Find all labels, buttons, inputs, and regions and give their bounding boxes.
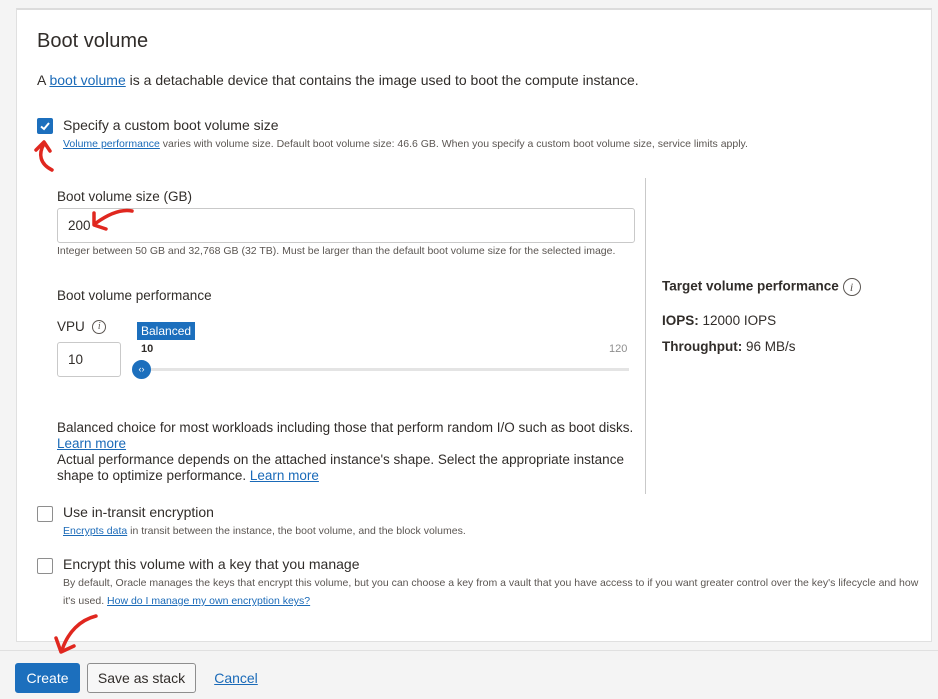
in-transit-help: Encrypts data in transit between the ins… bbox=[63, 525, 466, 537]
slider-max-label: 120 bbox=[609, 343, 628, 355]
custom-size-checkbox[interactable] bbox=[37, 118, 53, 134]
size-field-label: Boot volume size (GB) bbox=[57, 189, 193, 204]
performance-desc-1: Balanced choice for most workloads inclu… bbox=[57, 420, 634, 451]
custom-size-help: Volume performance varies with volume si… bbox=[63, 138, 748, 150]
in-transit-encryption-label: Use in-transit encryption bbox=[63, 504, 214, 520]
slider-tooltip: Balanced bbox=[137, 322, 196, 340]
performance-heading: Boot volume performance bbox=[57, 288, 212, 303]
volume-performance-link[interactable]: Volume performance bbox=[63, 138, 160, 150]
info-icon[interactable]: i bbox=[92, 320, 107, 335]
vpu-slider-handle[interactable]: ‹› bbox=[132, 360, 151, 379]
in-transit-encryption-checkbox[interactable] bbox=[37, 506, 53, 522]
section-description: A boot volume is a detachable device tha… bbox=[37, 72, 639, 88]
vpu-label: VPU bbox=[57, 319, 85, 334]
boot-volume-size-input[interactable]: 200 bbox=[57, 208, 635, 243]
slider-min-label: 10 bbox=[141, 343, 154, 355]
target-performance-heading: Target volume performance i bbox=[662, 278, 861, 296]
vertical-divider bbox=[645, 178, 646, 494]
checkmark-icon bbox=[40, 122, 50, 131]
custom-size-label: Specify a custom boot volume size bbox=[63, 117, 279, 133]
iops-row: IOPS: 12000 IOPS bbox=[662, 313, 777, 328]
size-field-help: Integer between 50 GB and 32,768 GB (32 … bbox=[57, 245, 616, 257]
vpu-input[interactable]: 10 bbox=[57, 342, 121, 377]
learn-more-link-1[interactable]: Learn more bbox=[57, 436, 126, 451]
info-icon[interactable]: i bbox=[842, 278, 861, 296]
own-key-help: By default, Oracle manages the keys that… bbox=[63, 577, 919, 607]
cancel-link[interactable]: Cancel bbox=[212, 663, 260, 693]
vpu-label-row: VPU i bbox=[57, 319, 107, 335]
section-title: Boot volume bbox=[37, 30, 149, 52]
vpu-slider-track[interactable] bbox=[145, 368, 629, 371]
encrypts-data-link[interactable]: Encrypts data bbox=[63, 525, 127, 537]
learn-more-link-2[interactable]: Learn more bbox=[250, 468, 319, 483]
own-key-checkbox[interactable] bbox=[37, 558, 53, 574]
manage-keys-link[interactable]: How do I manage my own encryption keys? bbox=[107, 595, 310, 607]
throughput-row: Throughput: 96 MB/s bbox=[662, 339, 796, 354]
performance-desc-2: Actual performance depends on the attach… bbox=[57, 452, 624, 483]
boot-volume-panel: Boot volume A boot volume is a detachabl… bbox=[16, 8, 932, 642]
create-button[interactable]: Create bbox=[15, 663, 80, 693]
drag-handle-icon: ‹› bbox=[138, 364, 145, 374]
save-as-stack-button[interactable]: Save as stack bbox=[87, 663, 196, 693]
boot-volume-link[interactable]: boot volume bbox=[49, 72, 125, 88]
own-key-label: Encrypt this volume with a key that you … bbox=[63, 556, 360, 572]
